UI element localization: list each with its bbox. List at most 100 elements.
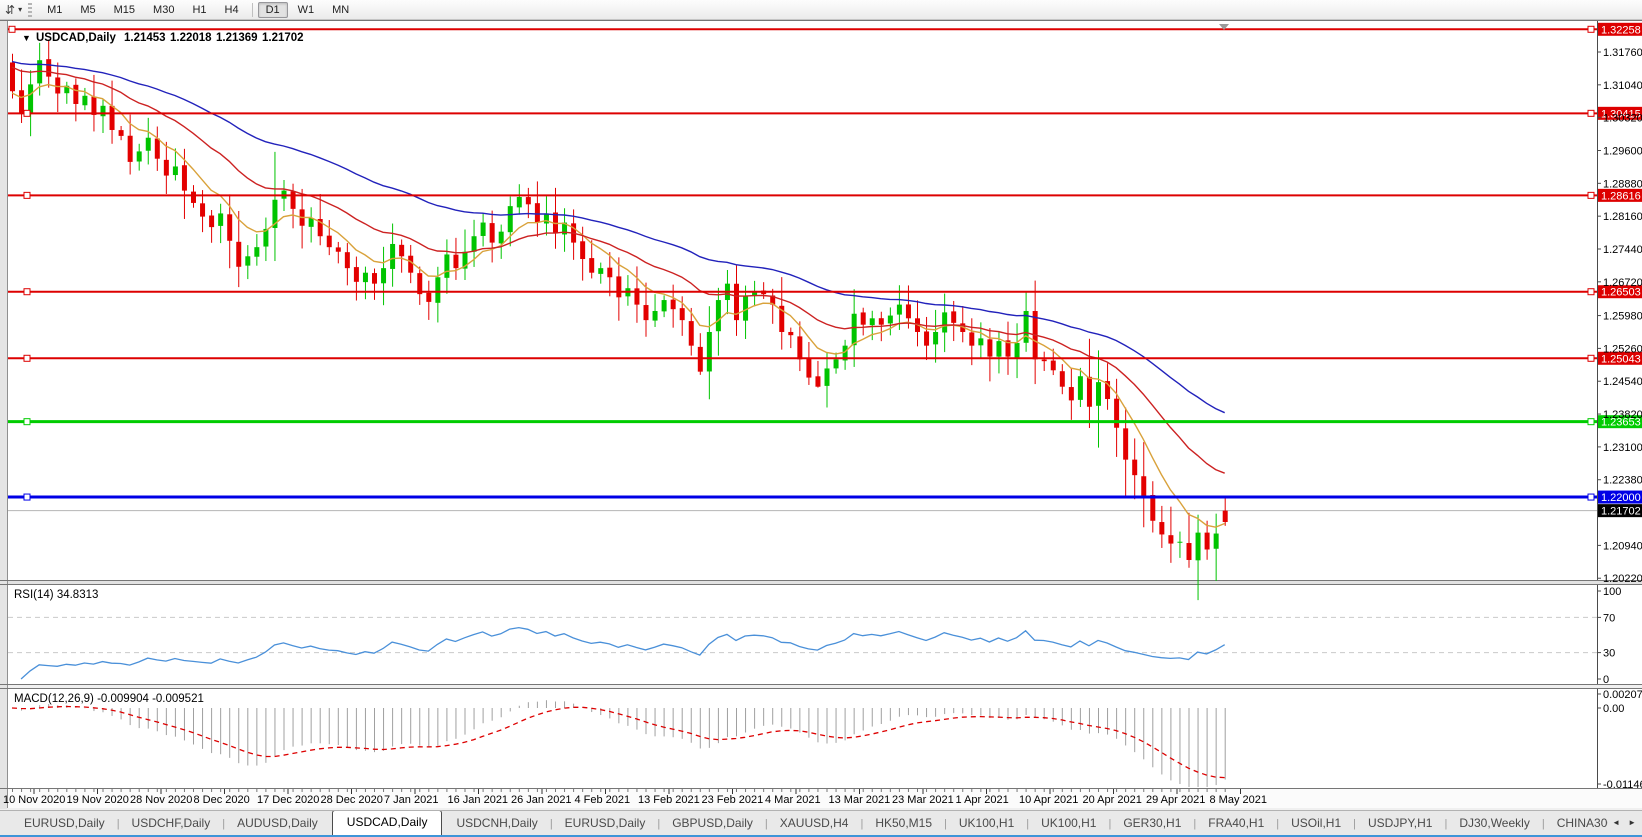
chart-symbol-title: USDCAD,Daily <box>36 32 116 44</box>
date-label: 4 Mar 2021 <box>765 794 821 806</box>
timeframe-button-M1[interactable]: M1 <box>39 2 70 18</box>
timeframe-button-H4[interactable]: H4 <box>217 2 247 18</box>
macd-label: MACD(12,26,9) -0.009904 -0.009521 <box>14 693 204 705</box>
candle <box>1150 494 1156 521</box>
candle <box>353 267 359 282</box>
tab-audusd-daily[interactable]: AUDUSD,Daily <box>225 813 330 835</box>
tab-scroll-left-icon[interactable]: ◄ <box>1608 816 1624 829</box>
candle <box>172 166 178 176</box>
tab-usdchf-daily[interactable]: USDCHF,Daily <box>120 813 223 835</box>
tab-uk100-h1[interactable]: UK100,H1 <box>1029 813 1108 835</box>
panel-splitter[interactable] <box>8 581 1642 584</box>
candle <box>1114 398 1120 428</box>
tab-scroll-right-icon[interactable]: ► <box>1624 816 1640 829</box>
tab-eurusd-daily[interactable]: EURUSD,Daily <box>553 813 658 835</box>
timeframe-button-H1[interactable]: H1 <box>184 2 214 18</box>
line-handle[interactable] <box>23 191 31 199</box>
line-handle[interactable] <box>23 493 31 501</box>
candle <box>534 203 540 223</box>
candle <box>824 368 830 386</box>
tab-fra40-h1[interactable]: FRA40,H1 <box>1196 813 1276 835</box>
toolbar: ⇵ ▾ M1 M5 M15 M30 H1 H4 D1 W1 MN <box>0 0 1642 20</box>
price-tick-label: 1.31040 <box>1603 80 1642 92</box>
tab-usdcad-daily[interactable]: USDCAD,Daily <box>331 811 443 835</box>
candle <box>1086 376 1092 407</box>
candle <box>335 247 341 252</box>
date-label: 29 Apr 2021 <box>1146 794 1205 806</box>
macd-plot-area[interactable] <box>8 689 1642 788</box>
date-label: 19 Nov 2020 <box>67 794 129 806</box>
rsi-tick-label: 70 <box>1603 612 1615 624</box>
line-handle[interactable] <box>8 25 16 33</box>
candle <box>815 376 821 387</box>
timeframe-button-M5[interactable]: M5 <box>72 2 103 18</box>
quick-trade-arrow-icon[interactable]: ▼ <box>22 33 31 43</box>
timeframe-button-M30[interactable]: M30 <box>145 2 182 18</box>
tab-ger30-h1[interactable]: GER30,H1 <box>1111 813 1193 835</box>
timeframe-button-M15[interactable]: M15 <box>106 2 143 18</box>
tab-xauusd-h4[interactable]: XAUUSD,H4 <box>768 813 861 835</box>
line-handle[interactable] <box>1587 109 1595 117</box>
candle <box>245 256 251 266</box>
timeframe-button-W1[interactable]: W1 <box>290 2 323 18</box>
candle <box>525 197 531 205</box>
candle <box>227 214 233 241</box>
tab-uk100-h1[interactable]: UK100,H1 <box>947 813 1026 835</box>
line-handle[interactable] <box>23 354 31 362</box>
line-handle[interactable] <box>23 109 31 117</box>
candle <box>987 339 993 357</box>
line-handle[interactable] <box>23 418 31 426</box>
price-tick-label: 1.23100 <box>1603 442 1642 454</box>
timeframe-button-MN[interactable]: MN <box>324 2 357 18</box>
toolbar-drag-handle[interactable] <box>28 2 33 17</box>
line-handle[interactable] <box>1587 288 1595 296</box>
date-label: 17 Dec 2020 <box>257 794 319 806</box>
tab-usdcnh-daily[interactable]: USDCNH,Daily <box>444 813 549 835</box>
line-handle[interactable] <box>1587 418 1595 426</box>
candle <box>616 276 622 298</box>
candle <box>860 312 866 325</box>
line-handle[interactable] <box>1587 493 1595 501</box>
left-window-edge <box>0 20 7 809</box>
candle <box>1077 376 1083 400</box>
date-label: 1 Apr 2021 <box>956 794 1009 806</box>
candle <box>1132 459 1138 476</box>
candle <box>688 321 694 346</box>
candle <box>381 268 387 284</box>
tab-gbpusd-daily[interactable]: GBPUSD,Daily <box>660 813 765 835</box>
tab-usoil-h1[interactable]: USOil,H1 <box>1279 813 1353 835</box>
line-handle[interactable] <box>23 288 31 296</box>
candle <box>290 191 296 209</box>
candle <box>589 258 595 273</box>
candle <box>453 254 459 269</box>
date-label: 10 Apr 2021 <box>1019 794 1078 806</box>
candle <box>942 312 948 333</box>
tab-hk50-m15[interactable]: HK50,M15 <box>863 813 944 835</box>
charts-toolbar-icon[interactable]: ⇵ <box>5 1 15 19</box>
candle <box>643 305 649 321</box>
chart-area[interactable]: 1.322581.304151.286161.265031.250431.236… <box>0 20 1642 810</box>
tab-dj30-weekly[interactable]: DJ30,Weekly <box>1447 813 1541 835</box>
line-handle[interactable] <box>1587 191 1595 199</box>
candle <box>154 138 160 159</box>
line-handle[interactable] <box>1587 25 1595 33</box>
price-tick-label: 1.25980 <box>1603 311 1642 323</box>
rsi-plot-area[interactable] <box>8 585 1642 684</box>
rsi-tick-label: 0 <box>1603 674 1609 686</box>
candle <box>516 197 522 208</box>
line-handle[interactable] <box>1587 354 1595 362</box>
candle <box>580 241 586 260</box>
candle <box>82 95 88 106</box>
candle <box>145 137 151 151</box>
candle <box>951 311 957 323</box>
candle <box>1123 428 1129 460</box>
candle <box>435 277 441 303</box>
candle <box>362 272 368 283</box>
tab-eurusd-daily[interactable]: EURUSD,Daily <box>12 813 117 835</box>
tab-usdjpy-h1[interactable]: USDJPY,H1 <box>1356 813 1444 835</box>
timeframe-button-D1[interactable]: D1 <box>257 1 288 18</box>
candle <box>191 191 196 203</box>
candle <box>661 300 667 312</box>
date-axis[interactable] <box>8 789 1642 808</box>
toolbar-dropdown-caret-icon[interactable]: ▾ <box>18 5 22 14</box>
